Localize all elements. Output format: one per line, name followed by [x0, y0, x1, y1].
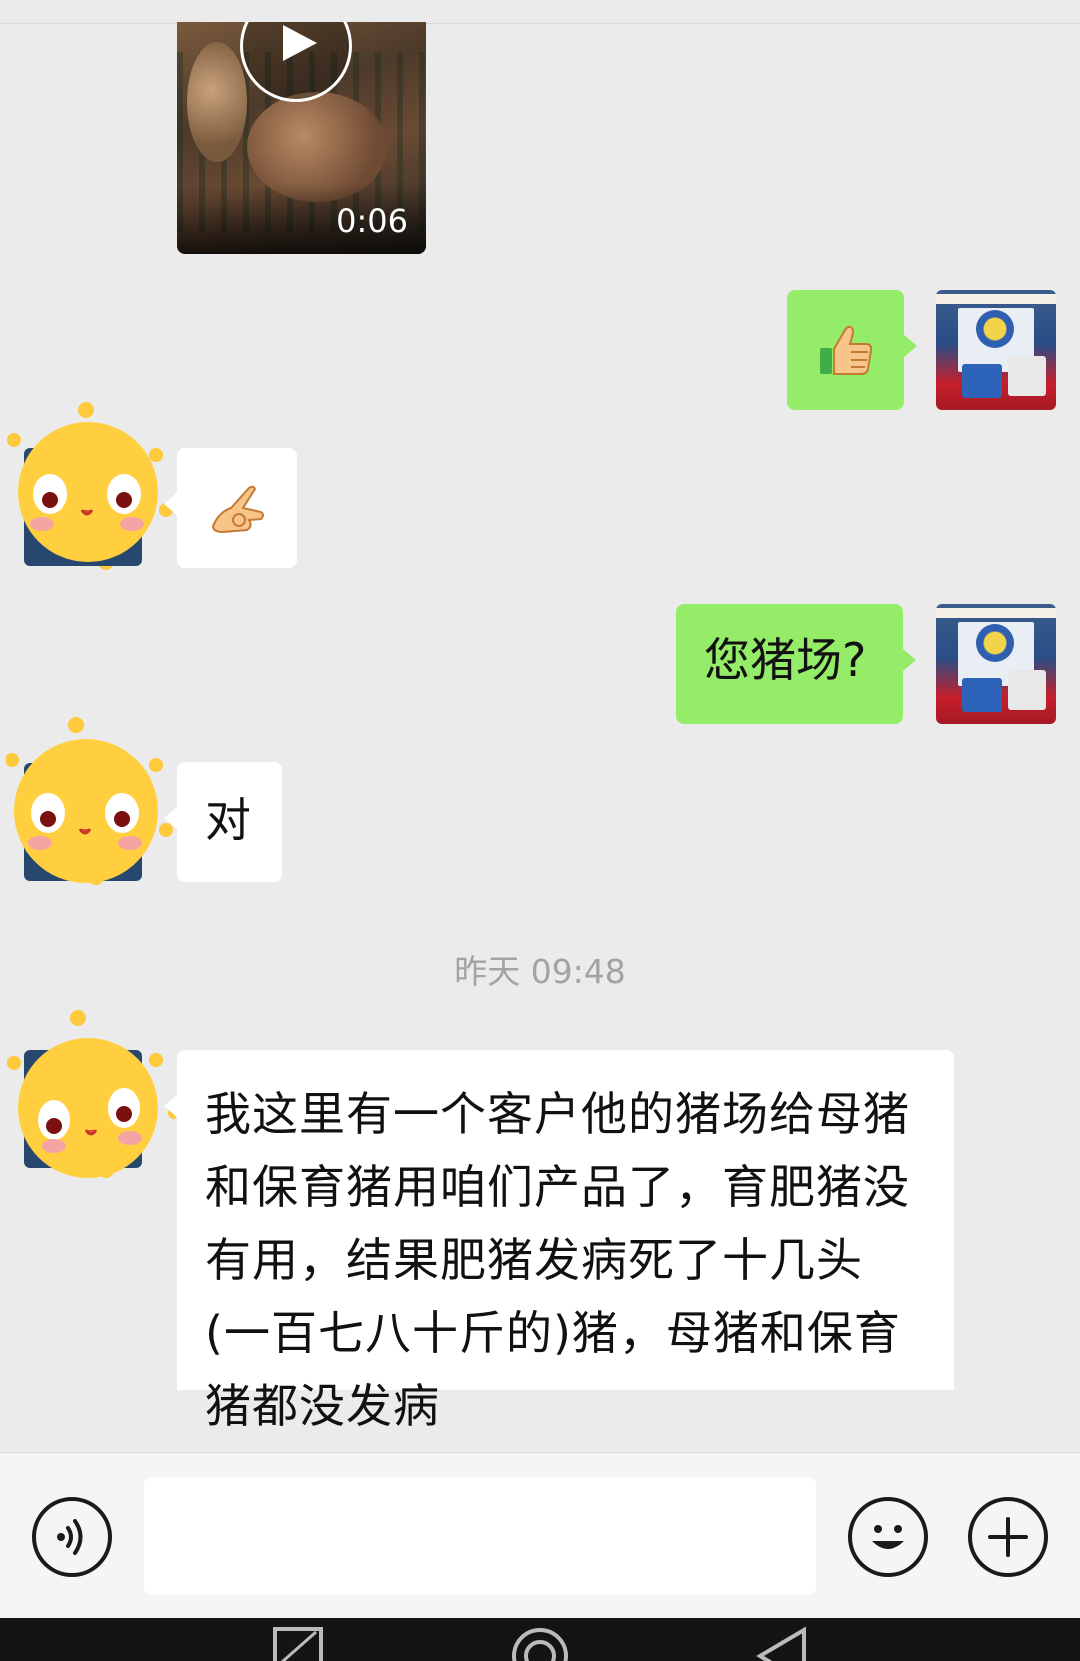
chat-screen: 0:06 您猪场? 对 昨天 09:48 我这里有一个客户他的猪场给母猪和保育猪…: [0, 0, 1080, 1661]
avatar-detail: [976, 310, 1014, 348]
message-bubble-self[interactable]: [787, 290, 917, 410]
home-icon[interactable]: [510, 1626, 570, 1661]
avatar-detail: [1008, 356, 1046, 396]
avatar-detail: [1008, 670, 1046, 710]
system-nav-bar: [0, 1618, 1080, 1661]
more-button[interactable]: [968, 1497, 1048, 1577]
avatar-detail: [962, 364, 1002, 398]
message-bubble-contact[interactable]: 我这里有一个客户他的猪场给母猪和保育猪用咱们产品了，育肥猪没有用，结果肥猪发病死…: [164, 1050, 954, 1433]
plus-icon: [988, 1517, 1028, 1557]
message-text: 您猪场?: [704, 633, 867, 687]
message-bubble-contact[interactable]: [164, 448, 297, 568]
ok-hand-emoji: [211, 485, 264, 534]
recent-apps-icon[interactable]: [272, 1626, 324, 1661]
voice-button[interactable]: [32, 1497, 112, 1577]
input-bar: [0, 1452, 1080, 1618]
avatar-self[interactable]: [936, 604, 1056, 724]
smiley-icon: [872, 1525, 904, 1549]
avatar-self[interactable]: [936, 290, 1056, 410]
voice-icon: [57, 1519, 83, 1555]
message-bubble-self[interactable]: 您猪场?: [676, 604, 916, 724]
avatar-detail: [936, 608, 1056, 618]
avatar-contact[interactable]: [6, 715, 176, 885]
avatar-detail: [976, 624, 1014, 662]
thumbs-up-emoji: [820, 325, 873, 375]
message-text: 我这里有一个客户他的猪场给母猪和保育猪用咱们产品了，育肥猪没有用，结果肥猪发病死…: [205, 1087, 910, 1433]
video-message[interactable]: 0:06: [177, 22, 426, 254]
message-input[interactable]: [144, 1477, 816, 1595]
message-bubble-contact[interactable]: 对: [164, 762, 282, 882]
avatar-detail: [962, 678, 1002, 712]
avatar-contact[interactable]: [6, 1008, 176, 1178]
message-text: 对: [205, 793, 251, 847]
video-frame-animal: [187, 42, 247, 162]
timestamp: 昨天 09:48: [454, 952, 626, 991]
avatar-detail: [936, 294, 1056, 304]
back-icon[interactable]: [752, 1626, 812, 1661]
emoji-button[interactable]: [848, 1497, 928, 1577]
avatar-contact[interactable]: [6, 400, 176, 570]
top-divider: [0, 23, 1080, 24]
video-duration: 0:06: [336, 202, 408, 240]
